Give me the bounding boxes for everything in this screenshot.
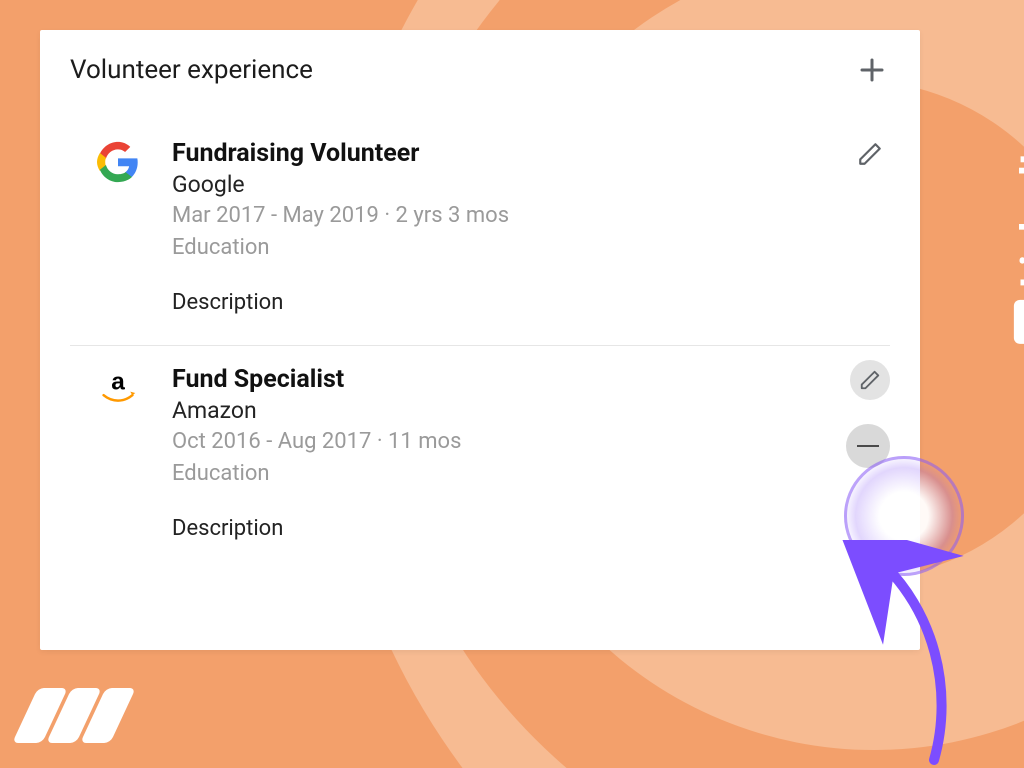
- volunteer-entry: a Fund Specialist Amazon Oct 2016 - Aug …: [70, 345, 890, 571]
- entry-dates: Oct 2016 - Aug 2017 · 11 mos: [172, 426, 890, 458]
- entry-org: Amazon: [172, 395, 890, 426]
- tutorial-slide: in LinkedIn Volunteer experience Fundrai…: [0, 0, 1024, 768]
- plus-icon: [857, 55, 887, 85]
- section-title: Volunteer experience: [70, 55, 313, 85]
- pencil-icon: [859, 369, 881, 391]
- entry-org: Google: [172, 169, 890, 200]
- entry-role: Fund Specialist: [172, 364, 890, 395]
- edit-entry-button[interactable]: [850, 360, 890, 400]
- edit-entry-button[interactable]: [850, 134, 890, 174]
- linkedin-icon: in: [1014, 300, 1024, 344]
- add-volunteer-experience-button[interactable]: [854, 52, 890, 88]
- volunteer-experience-card: Volunteer experience Fundraising Volunte…: [40, 30, 920, 650]
- hamburger-icon: [857, 445, 879, 448]
- volunteer-entry: Fundraising Volunteer Google Mar 2017 - …: [70, 120, 890, 345]
- entry-description: Description: [172, 516, 890, 541]
- entry-cause: Education: [172, 232, 890, 264]
- amazon-icon: a: [95, 365, 141, 411]
- reorder-entries-button[interactable]: [846, 424, 890, 468]
- org-logo-amazon: a: [94, 364, 142, 412]
- google-icon: [97, 141, 139, 183]
- entry-dates: Mar 2017 - May 2019 · 2 yrs 3 mos: [172, 200, 890, 232]
- org-logo-google: [94, 138, 142, 186]
- svg-text:a: a: [111, 369, 125, 396]
- entry-role: Fundraising Volunteer: [172, 138, 890, 169]
- linkedin-label: LinkedIn: [1012, 130, 1024, 288]
- entry-description: Description: [172, 290, 890, 315]
- linkedin-watermark: in LinkedIn: [1012, 130, 1024, 344]
- pencil-icon: [857, 141, 883, 167]
- brand-stripes-icon: [25, 688, 127, 743]
- entry-cause: Education: [172, 458, 890, 490]
